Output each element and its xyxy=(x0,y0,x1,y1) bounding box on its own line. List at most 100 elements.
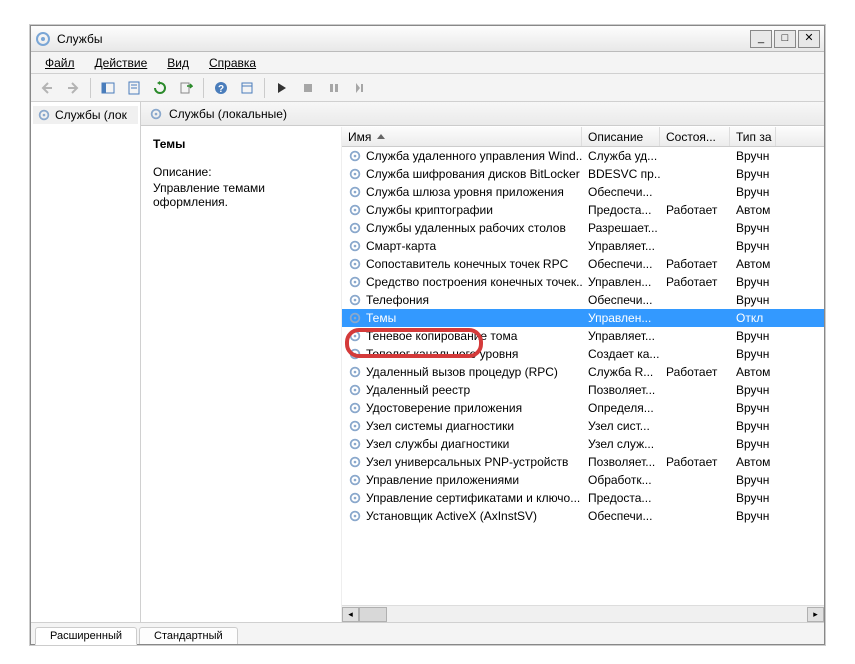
service-row[interactable]: Управление сертификатами и ключо...Предо… xyxy=(342,489,824,507)
service-row[interactable]: Теневое копирование томаУправляет...Вруч… xyxy=(342,327,824,345)
service-row[interactable]: Управление приложениямиОбработк... Вручн xyxy=(342,471,824,489)
description-panel: Темы Описание: Управление темами оформле… xyxy=(141,127,341,622)
scroll-right-button[interactable]: ▸ xyxy=(807,607,824,622)
service-row[interactable]: ТелефонияОбеспечи...Вручн xyxy=(342,291,824,309)
cell-startup: Вручн xyxy=(730,185,776,199)
cell-name: Установщик ActiveX (AxInstSV) xyxy=(342,509,582,523)
menu-file[interactable]: Файл xyxy=(37,54,83,72)
col-name[interactable]: Имя xyxy=(342,127,582,146)
col-startup[interactable]: Тип за xyxy=(730,127,776,146)
service-row[interactable]: Сопоставитель конечных точек RPCОбеспечи… xyxy=(342,255,824,273)
services-window: Службы _ □ ✕ Файл Действие Вид Справка ? xyxy=(30,25,825,645)
gear-icon xyxy=(348,437,362,451)
description-label: Описание: xyxy=(153,165,329,179)
description-text: Управление темами оформления. xyxy=(153,181,329,209)
minimize-button[interactable]: _ xyxy=(750,30,772,48)
service-row[interactable]: Службы удаленных рабочих столовРазрешает… xyxy=(342,219,824,237)
menu-view[interactable]: Вид xyxy=(159,54,197,72)
tree-item-services[interactable]: Службы (лок xyxy=(33,106,138,124)
service-row[interactable]: Узел системы диагностикиУзел сист...Вруч… xyxy=(342,417,824,435)
service-row[interactable]: Удостоверение приложенияОпределя...Вручн xyxy=(342,399,824,417)
right-pane: Службы (локальные) Темы Описание: Управл… xyxy=(141,102,824,622)
cell-name: Службы удаленных рабочих столов xyxy=(342,221,582,235)
close-button[interactable]: ✕ xyxy=(798,30,820,48)
refresh-button[interactable] xyxy=(148,77,172,99)
cell-name: Управление приложениями xyxy=(342,473,582,487)
service-row[interactable]: Удаленный вызов процедур (RPC)Служба R..… xyxy=(342,363,824,381)
export-button[interactable] xyxy=(174,77,198,99)
service-row[interactable]: Служба шлюза уровня приложенияОбеспечи..… xyxy=(342,183,824,201)
scroll-left-button[interactable]: ◂ xyxy=(342,607,359,622)
cell-startup: Вручн xyxy=(730,419,776,433)
cell-startup: Вручн xyxy=(730,167,776,181)
cell-description: Обработк... xyxy=(582,473,660,487)
cell-description: Позволяет... xyxy=(582,455,660,469)
col-description[interactable]: Описание xyxy=(582,127,660,146)
cell-startup: Вручн xyxy=(730,491,776,505)
service-row[interactable]: ТемыУправлен...Откл xyxy=(342,309,824,327)
cell-startup: Вручн xyxy=(730,473,776,487)
cell-state: Работает xyxy=(660,275,730,289)
service-row[interactable]: Установщик ActiveX (AxInstSV)Обеспечи...… xyxy=(342,507,824,525)
cell-name: Средство построения конечных точек... xyxy=(342,275,582,289)
service-row[interactable]: Удаленный реестрПозволяет...Вручн xyxy=(342,381,824,399)
tree-item-label: Службы (лок xyxy=(55,108,127,122)
rows-container[interactable]: Служба удаленного управления Wind...Служ… xyxy=(342,147,824,605)
cell-description: Управляет... xyxy=(582,329,660,343)
tab-standard[interactable]: Стандартный xyxy=(139,627,238,644)
titlebar[interactable]: Службы _ □ ✕ xyxy=(31,26,824,52)
scroll-track[interactable] xyxy=(359,607,807,622)
gear-icon xyxy=(37,108,51,122)
service-row[interactable]: Служба шифрования дисков BitLockerBDESVC… xyxy=(342,165,824,183)
cell-state: Работает xyxy=(660,365,730,379)
gear-icon xyxy=(348,293,362,307)
show-hide-tree-button[interactable] xyxy=(96,77,120,99)
cell-startup: Вручн xyxy=(730,221,776,235)
help-button[interactable]: ? xyxy=(209,77,233,99)
service-row[interactable]: Служба удаленного управления Wind...Служ… xyxy=(342,147,824,165)
gear-icon xyxy=(348,383,362,397)
col-state[interactable]: Состоя... xyxy=(660,127,730,146)
cell-name: Теневое копирование тома xyxy=(342,329,582,343)
cell-startup: Автом xyxy=(730,203,776,217)
cell-name: Удаленный вызов процедур (RPC) xyxy=(342,365,582,379)
content: Темы Описание: Управление темами оформле… xyxy=(141,126,824,622)
tab-extended[interactable]: Расширенный xyxy=(35,627,137,645)
gear-icon xyxy=(348,257,362,271)
service-row[interactable]: Смарт-картаУправляет...Вручн xyxy=(342,237,824,255)
cell-name: Телефония xyxy=(342,293,582,307)
service-row[interactable]: Тополог канального уровняСоздает ка...Вр… xyxy=(342,345,824,363)
sort-asc-icon xyxy=(377,134,385,139)
start-button[interactable] xyxy=(270,77,294,99)
gear-icon xyxy=(348,509,362,523)
cell-startup: Откл xyxy=(730,311,776,325)
gear-icon xyxy=(348,203,362,217)
cell-description: Предоста... xyxy=(582,491,660,505)
cell-description: Определя... xyxy=(582,401,660,415)
horizontal-scrollbar[interactable]: ◂ ▸ xyxy=(342,605,824,622)
properties2-button[interactable] xyxy=(235,77,259,99)
pause-button xyxy=(322,77,346,99)
scroll-thumb[interactable] xyxy=(359,607,387,622)
selected-service-title: Темы xyxy=(153,137,329,151)
gear-icon xyxy=(348,221,362,235)
service-row[interactable]: Средство построения конечных точек...Упр… xyxy=(342,273,824,291)
menu-action[interactable]: Действие xyxy=(87,54,156,72)
menu-help[interactable]: Справка xyxy=(201,54,264,72)
service-row[interactable]: Узел службы диагностикиУзел служ...Вручн xyxy=(342,435,824,453)
cell-description: Управлен... xyxy=(582,311,660,325)
gear-icon xyxy=(348,491,362,505)
cell-description: Разрешает... xyxy=(582,221,660,235)
cell-description: Предоста... xyxy=(582,203,660,217)
cell-description: Узел сист... xyxy=(582,419,660,433)
cell-description: Обеспечи... xyxy=(582,509,660,523)
tree-pane[interactable]: Службы (лок xyxy=(31,102,141,622)
service-row[interactable]: Узел универсальных PNP-устройствПозволяе… xyxy=(342,453,824,471)
cell-name: Служба шлюза уровня приложения xyxy=(342,185,582,199)
service-row[interactable]: Службы криптографииПредоста...РаботаетАв… xyxy=(342,201,824,219)
cell-startup: Вручн xyxy=(730,293,776,307)
maximize-button[interactable]: □ xyxy=(774,30,796,48)
cell-startup: Вручн xyxy=(730,347,776,361)
cell-startup: Автом xyxy=(730,455,776,469)
properties-button[interactable] xyxy=(122,77,146,99)
